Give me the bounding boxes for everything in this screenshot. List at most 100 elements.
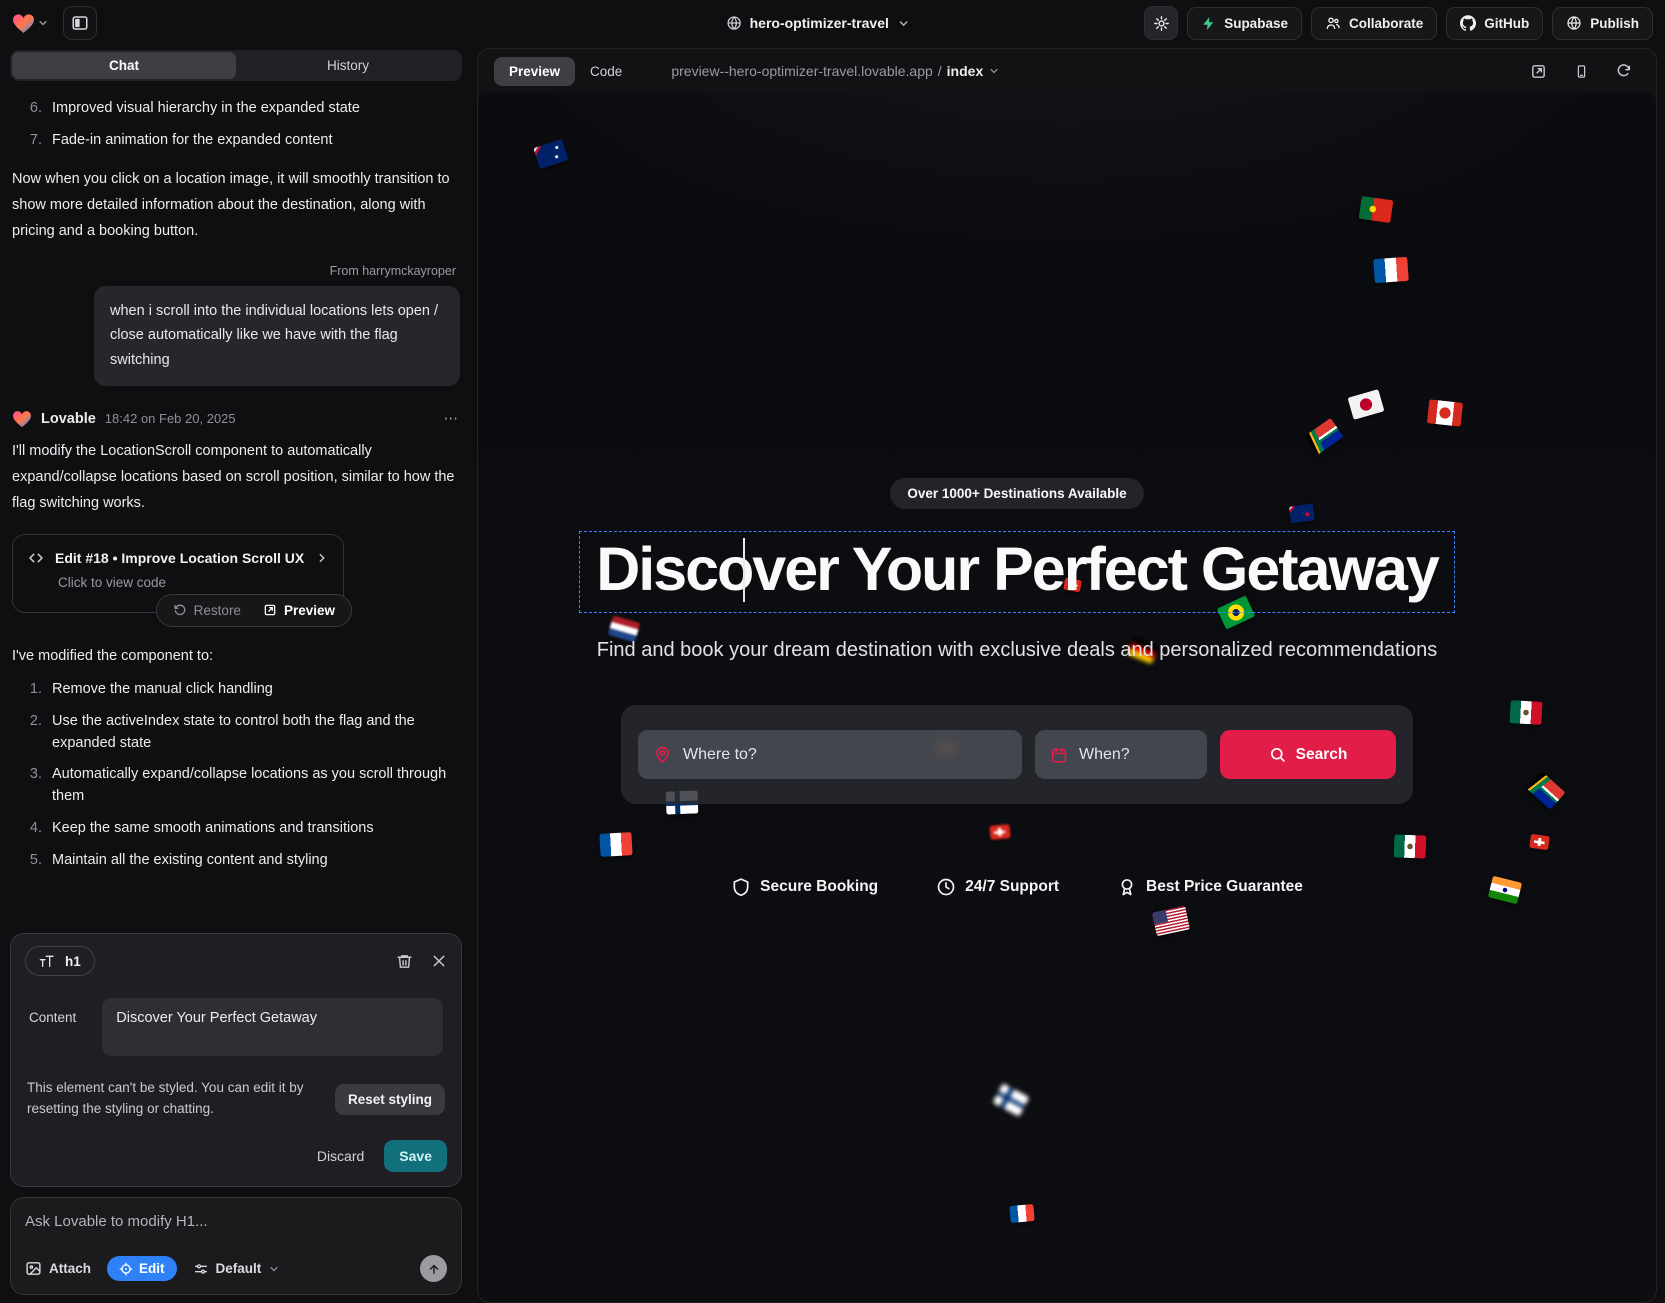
mobile-icon[interactable] [1574,63,1589,80]
trash-icon[interactable] [396,953,413,970]
supabase-button[interactable]: Supabase [1187,7,1302,40]
element-tag-pill[interactable]: h1 [25,946,95,976]
content-field[interactable]: Discover Your Perfect Getaway [102,998,443,1056]
send-button[interactable] [420,1255,447,1282]
list-item: 3.Automatically expand/collapse location… [24,764,460,808]
gear-icon [1153,15,1170,32]
close-icon[interactable] [431,953,447,969]
message-timestamp: 18:42 on Feb 20, 2025 [105,411,236,426]
destinations-badge: Over 1000+ Destinations Available [890,478,1143,509]
reset-styling-button[interactable]: Reset styling [335,1084,445,1115]
edit-version-card[interactable]: Edit #18 • Improve Location Scroll UX Cl… [12,534,344,613]
sidebar-toggle-icon [71,14,89,32]
shield-icon [731,877,751,897]
collaborate-button[interactable]: Collaborate [1311,7,1437,40]
lovable-menu[interactable] [12,13,49,34]
type-icon [39,953,55,969]
chevron-down-icon [897,17,910,30]
attach-label: Attach [49,1261,91,1276]
sidebar-toggle-button[interactable] [63,6,97,40]
list-item: 6.Improved visual hierarchy in the expan… [24,98,460,120]
refresh-icon[interactable] [1616,63,1632,79]
content-label: Content [29,998,76,1025]
assistant-list-top: 6.Improved visual hierarchy in the expan… [12,98,460,152]
edit-mode-button[interactable]: Edit [107,1256,177,1281]
list-item: 7.Fade-in animation for the expanded con… [24,130,460,152]
list-item: 5.Maintain all the existing content and … [24,850,460,872]
chevron-right-icon [315,551,329,565]
default-mode-label: Default [216,1261,262,1276]
assistant-paragraph: I've modified the component to: [12,643,460,669]
award-icon [1117,877,1137,897]
when-input-wrap[interactable] [1035,730,1207,779]
tab-preview[interactable]: Preview [494,57,575,86]
default-mode-button[interactable]: Default [193,1261,281,1277]
where-input[interactable] [683,746,1007,764]
chat-input-box: Attach Edit Default [10,1197,462,1295]
project-switcher[interactable]: hero-optimizer-travel [726,15,910,31]
where-input-wrap[interactable] [638,730,1022,779]
globe-icon [726,15,742,31]
chevron-down-icon [988,65,1000,77]
external-link-icon [263,603,277,617]
attach-image-icon [25,1260,42,1277]
code-icon [27,549,45,567]
supabase-label: Supabase [1224,16,1288,31]
discard-button[interactable]: Discard [317,1148,364,1164]
user-message-bubble: when i scroll into the individual locati… [94,286,460,386]
url-separator: / [938,63,942,79]
github-icon [1460,15,1476,31]
when-input[interactable] [1079,746,1192,764]
element-editor-panel: h1 Content Discover Your Perfect Getaway… [10,933,462,1187]
collaborate-people-icon [1325,15,1341,31]
settings-button[interactable] [1144,6,1178,40]
save-button[interactable]: Save [384,1140,447,1172]
chevron-down-icon [268,1263,280,1275]
publish-label: Publish [1590,16,1639,31]
publish-button[interactable]: Publish [1552,7,1653,40]
preview-label: Preview [284,603,335,618]
restore-preview-pill: Restore Preview [156,594,352,627]
tab-history[interactable]: History [236,52,460,79]
send-up-icon [427,1262,441,1276]
restore-icon [173,603,187,617]
search-button[interactable]: Search [1220,730,1396,779]
heart-logo-icon [12,410,32,428]
feature-label: Secure Booking [760,878,878,896]
text-caret [743,538,745,602]
restore-button[interactable]: Restore [162,598,252,623]
attach-button[interactable]: Attach [25,1260,91,1277]
features-row: Secure Booking 24/7 Support Best Price G… [731,877,1303,897]
search-bar: Search [621,705,1413,804]
project-name: hero-optimizer-travel [750,15,889,31]
preview-url[interactable]: preview--hero-optimizer-travel.lovable.a… [671,63,1000,79]
feature-label: Best Price Guarantee [1146,878,1303,896]
chat-messages: 6.Improved visual hierarchy in the expan… [0,87,472,925]
supabase-bolt-icon [1201,16,1216,31]
hero-subtitle: Find and book your dream destination wit… [597,639,1437,662]
assistant-paragraph: I'll modify the LocationScroll component… [12,438,460,516]
edit-mode-label: Edit [139,1261,165,1276]
edit-card-title: Edit #18 • Improve Location Scroll UX [55,550,304,566]
github-button[interactable]: GitHub [1446,7,1543,40]
chat-input[interactable] [25,1213,447,1230]
message-menu-button[interactable]: ⋯ [444,411,461,427]
map-pin-icon [653,745,672,764]
feature-secure-booking: Secure Booking [731,877,878,897]
assistant-paragraph: Now when you click on a location image, … [12,166,460,244]
preview-viewport: Over 1000+ Destinations Available Discov… [478,93,1656,1302]
open-external-icon[interactable] [1530,63,1547,80]
h1-selection-box[interactable]: Discover Your Perfect Getaway [579,531,1455,613]
chat-sidebar: Chat History 6.Improved visual hierarchy… [0,46,472,1303]
feature-support: 24/7 Support [936,877,1059,897]
feature-label: 24/7 Support [965,878,1059,896]
tab-chat[interactable]: Chat [12,52,236,79]
tab-code[interactable]: Code [575,57,637,86]
preview-panel: Preview Code preview--hero-optimizer-tra… [477,48,1657,1303]
github-label: GitHub [1484,16,1529,31]
message-author: From harrymckayroper [16,264,456,278]
url-page: index [947,63,984,79]
hero-section: Over 1000+ Destinations Available Discov… [478,93,1656,1302]
assistant-header: Lovable 18:42 on Feb 20, 2025 ⋯ [12,410,460,428]
preview-version-button[interactable]: Preview [252,598,346,623]
